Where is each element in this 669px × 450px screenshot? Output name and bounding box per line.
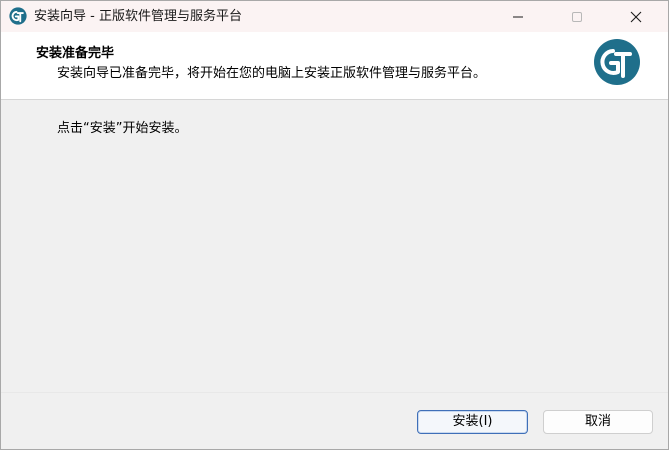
maximize-icon <box>572 12 582 22</box>
footer-divider <box>1 392 668 393</box>
cancel-button[interactable]: 取消 <box>543 410 653 434</box>
window-title: 安装向导 - 正版软件管理与服务平台 <box>34 9 242 24</box>
install-button[interactable]: 安装(I) <box>417 410 528 434</box>
close-button[interactable] <box>613 1 659 32</box>
page-title: 安装准备完毕 <box>36 46 115 61</box>
minimize-button[interactable] <box>495 1 541 32</box>
installer-window: 安装向导 - 正版软件管理与服务平台 安装准备完毕 安装向导已准备完毕，将开始在… <box>0 0 669 450</box>
page-description: 安装向导已准备完毕，将开始在您的电脑上安装正版软件管理与服务平台。 <box>57 66 487 81</box>
close-icon <box>630 11 642 23</box>
install-instruction: 点击“安装”开始安装。 <box>57 121 188 136</box>
minimize-icon <box>513 16 523 18</box>
gp-logo-icon <box>594 39 640 85</box>
gp-logo-icon <box>9 7 27 25</box>
title-bar[interactable]: 安装向导 - 正版软件管理与服务平台 <box>1 1 668 32</box>
wizard-header: 安装准备完毕 安装向导已准备完毕，将开始在您的电脑上安装正版软件管理与服务平台。 <box>1 32 668 100</box>
maximize-button[interactable] <box>554 1 600 32</box>
